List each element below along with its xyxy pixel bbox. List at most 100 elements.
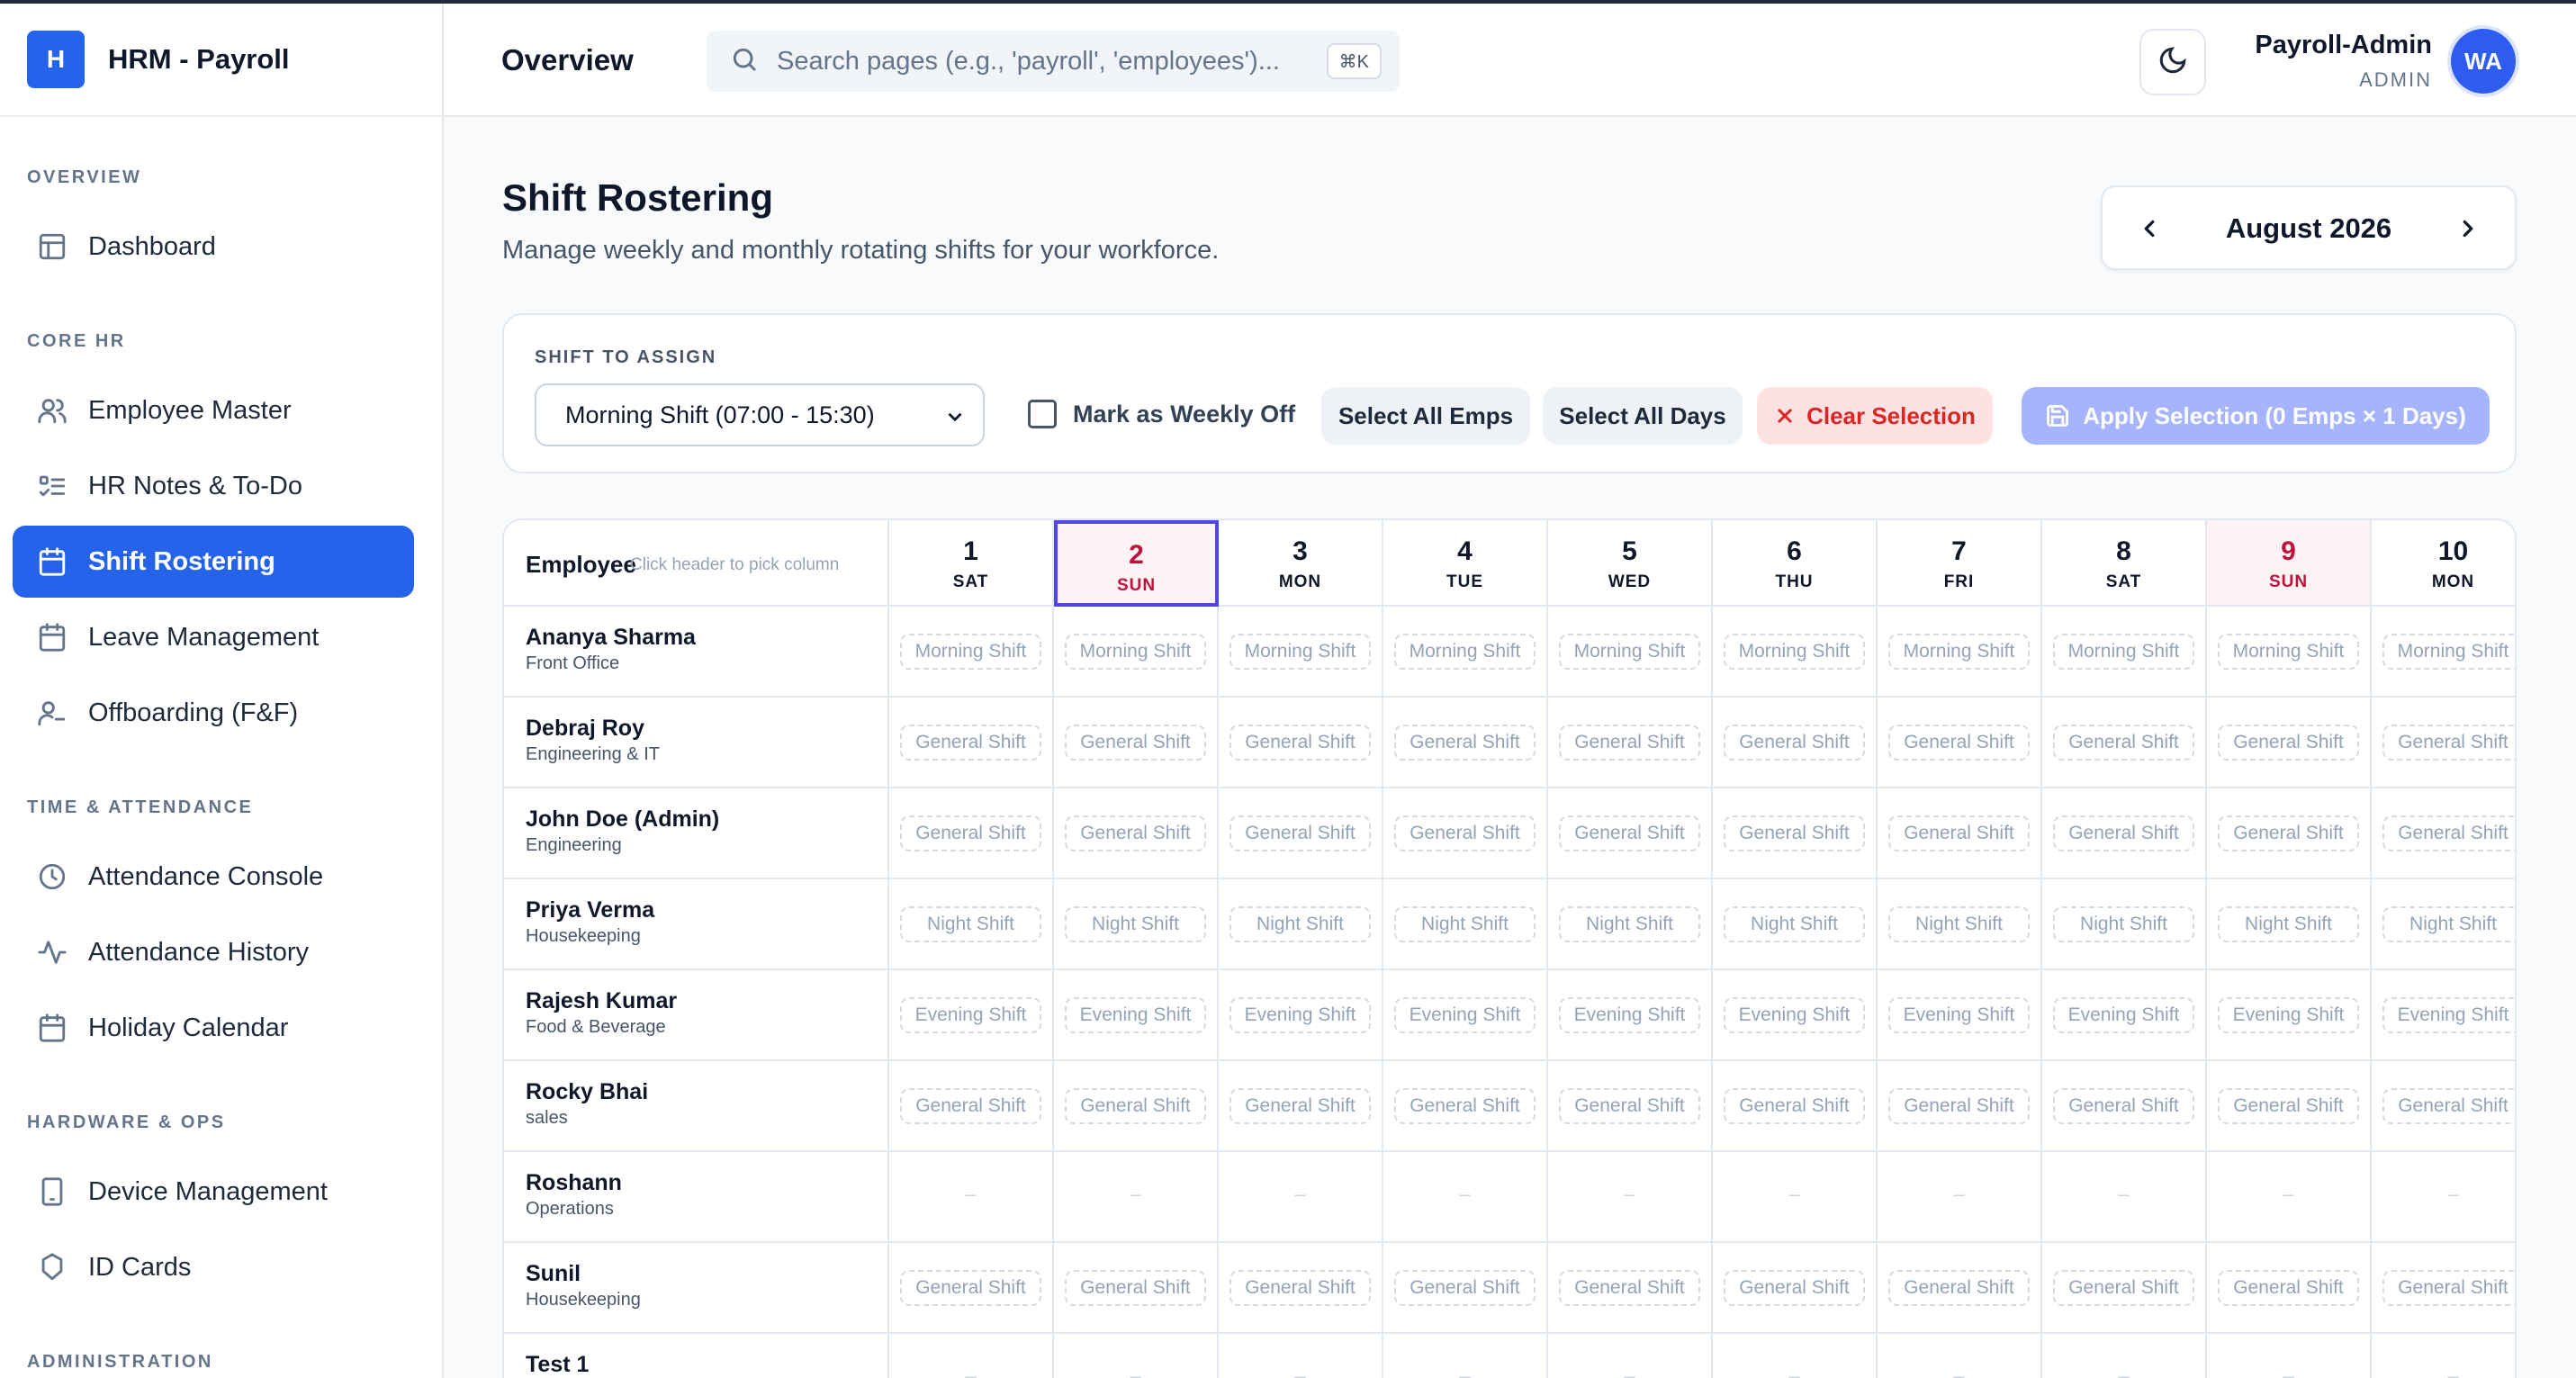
shift-cell[interactable]: General Shift — [1383, 698, 1548, 788]
sidebar-item-leave-management[interactable]: Leave Management — [13, 601, 414, 673]
sidebar-item-device-management[interactable]: Device Management — [13, 1156, 414, 1228]
shift-cell[interactable]: General Shift — [1054, 1061, 1219, 1152]
shift-cell[interactable]: General Shift — [2207, 1061, 2372, 1152]
shift-cell[interactable]: – — [889, 1152, 1054, 1243]
shift-cell[interactable]: – — [1878, 1152, 2042, 1243]
day-column-header[interactable]: 6 THU — [1713, 520, 1878, 607]
shift-cell[interactable]: – — [1054, 1334, 1219, 1378]
employee-row-header[interactable]: Priya Verma Housekeeping — [504, 879, 889, 970]
weekly-off-toggle[interactable]: Mark as Weekly Off — [1028, 400, 1295, 428]
shift-cell[interactable]: General Shift — [2372, 1061, 2515, 1152]
shift-cell[interactable]: General Shift — [1878, 1061, 2042, 1152]
sidebar-item-attendance-history[interactable]: Attendance History — [13, 916, 414, 988]
employee-row-header[interactable]: Rajesh Kumar Food & Beverage — [504, 970, 889, 1061]
shift-cell[interactable]: General Shift — [1548, 1243, 1713, 1334]
shift-cell[interactable]: General Shift — [1713, 1061, 1878, 1152]
shift-cell[interactable]: General Shift — [2207, 1243, 2372, 1334]
shift-cell[interactable]: General Shift — [2372, 788, 2515, 879]
sidebar-item-offboarding[interactable]: Offboarding (F&F) — [13, 677, 414, 749]
shift-cell[interactable]: General Shift — [1713, 698, 1878, 788]
shift-cell[interactable]: – — [1219, 1334, 1383, 1378]
sidebar-item-id-cards[interactable]: ID Cards — [13, 1231, 414, 1303]
shift-cell[interactable]: General Shift — [1383, 1061, 1548, 1152]
sidebar-item-holiday-calendar[interactable]: Holiday Calendar — [13, 992, 414, 1064]
brand[interactable]: H HRM - Payroll — [0, 4, 442, 117]
sidebar-item-shift-rostering[interactable]: Shift Rostering — [13, 526, 414, 598]
apply-selection-button[interactable]: Apply Selection (0 Emps × 1 Days) — [2022, 387, 2490, 445]
day-column-header[interactable]: 8 SAT — [2042, 520, 2207, 607]
shift-cell[interactable]: Night Shift — [1383, 879, 1548, 970]
day-column-header[interactable]: 10 MON — [2372, 520, 2515, 607]
shift-cell[interactable]: General Shift — [1878, 1243, 2042, 1334]
shift-cell[interactable]: General Shift — [1878, 698, 2042, 788]
employee-row-header[interactable]: Ananya Sharma Front Office — [504, 607, 889, 698]
shift-cell[interactable]: – — [1383, 1334, 1548, 1378]
shift-cell[interactable]: Morning Shift — [2207, 607, 2372, 698]
sidebar-item-dashboard[interactable]: Dashboard — [13, 211, 414, 283]
shift-cell[interactable]: General Shift — [1219, 1061, 1383, 1152]
day-column-header[interactable]: 7 FRI — [1878, 520, 2042, 607]
shift-cell[interactable]: – — [2042, 1152, 2207, 1243]
shift-cell[interactable]: Evening Shift — [2372, 970, 2515, 1061]
day-column-header[interactable]: 4 TUE — [1383, 520, 1548, 607]
sidebar-item-employee-master[interactable]: Employee Master — [13, 374, 414, 446]
shift-cell[interactable]: General Shift — [2042, 788, 2207, 879]
shift-cell[interactable]: General Shift — [2372, 1243, 2515, 1334]
day-column-header[interactable]: 5 WED — [1548, 520, 1713, 607]
avatar[interactable]: WA — [2451, 29, 2516, 94]
shift-cell[interactable]: General Shift — [1548, 788, 1713, 879]
shift-cell[interactable]: Night Shift — [2372, 879, 2515, 970]
shift-cell[interactable]: General Shift — [1713, 1243, 1878, 1334]
shift-cell[interactable]: General Shift — [889, 1061, 1054, 1152]
shift-cell[interactable]: – — [2372, 1334, 2515, 1378]
shift-cell[interactable]: Morning Shift — [889, 607, 1054, 698]
employee-row-header[interactable]: Sunil Housekeeping — [504, 1243, 889, 1334]
employee-row-header[interactable]: John Doe (Admin) Engineering — [504, 788, 889, 879]
shift-cell[interactable]: – — [1383, 1152, 1548, 1243]
shift-cell[interactable]: Morning Shift — [1713, 607, 1878, 698]
shift-cell[interactable]: Night Shift — [889, 879, 1054, 970]
search-input[interactable] — [777, 46, 1281, 77]
shift-cell[interactable]: Evening Shift — [889, 970, 1054, 1061]
shift-cell[interactable]: Evening Shift — [1878, 970, 2042, 1061]
shift-cell[interactable]: Night Shift — [1878, 879, 2042, 970]
shift-cell[interactable]: Morning Shift — [1219, 607, 1383, 698]
shift-cell[interactable]: General Shift — [889, 698, 1054, 788]
shift-cell[interactable]: General Shift — [2372, 698, 2515, 788]
sidebar-item-attendance-console[interactable]: Attendance Console — [13, 841, 414, 913]
shift-cell[interactable]: General Shift — [1054, 788, 1219, 879]
employee-row-header[interactable]: Debraj Roy Engineering & IT — [504, 698, 889, 788]
shift-cell[interactable]: Evening Shift — [2042, 970, 2207, 1061]
shift-select[interactable]: Morning Shift (07:00 - 15:30) — [535, 383, 985, 446]
shift-cell[interactable]: General Shift — [2042, 1061, 2207, 1152]
shift-cell[interactable]: Night Shift — [2207, 879, 2372, 970]
shift-cell[interactable]: General Shift — [2207, 698, 2372, 788]
clear-selection-button[interactable]: Clear Selection — [1757, 387, 1993, 445]
shift-cell[interactable]: Morning Shift — [1383, 607, 1548, 698]
shift-cell[interactable]: Night Shift — [1548, 879, 1713, 970]
shift-cell[interactable]: Night Shift — [1713, 879, 1878, 970]
shift-cell[interactable]: Morning Shift — [1548, 607, 1713, 698]
shift-cell[interactable]: General Shift — [1054, 1243, 1219, 1334]
shift-cell[interactable]: Morning Shift — [2042, 607, 2207, 698]
shift-cell[interactable]: Night Shift — [2042, 879, 2207, 970]
day-column-header[interactable]: 3 MON — [1219, 520, 1383, 607]
select-all-days-button[interactable]: Select All Days — [1543, 387, 1743, 445]
shift-cell[interactable]: – — [889, 1334, 1054, 1378]
shift-cell[interactable]: General Shift — [1713, 788, 1878, 879]
shift-cell[interactable]: General Shift — [1219, 698, 1383, 788]
shift-cell[interactable]: General Shift — [1878, 788, 2042, 879]
shift-cell[interactable]: General Shift — [1548, 698, 1713, 788]
shift-cell[interactable]: General Shift — [1219, 788, 1383, 879]
day-column-header[interactable]: 1 SAT — [889, 520, 1054, 607]
sidebar-item-hr-notes[interactable]: HR Notes & To-Do — [13, 450, 414, 522]
shift-cell[interactable]: Night Shift — [1219, 879, 1383, 970]
shift-cell[interactable]: Morning Shift — [1878, 607, 2042, 698]
shift-cell[interactable]: – — [2207, 1334, 2372, 1378]
shift-cell[interactable]: Night Shift — [1054, 879, 1219, 970]
shift-cell[interactable]: – — [1548, 1152, 1713, 1243]
shift-cell[interactable]: General Shift — [2207, 788, 2372, 879]
shift-cell[interactable]: Evening Shift — [2207, 970, 2372, 1061]
shift-cell[interactable]: – — [1054, 1152, 1219, 1243]
employee-row-header[interactable]: Rocky Bhai sales — [504, 1061, 889, 1152]
